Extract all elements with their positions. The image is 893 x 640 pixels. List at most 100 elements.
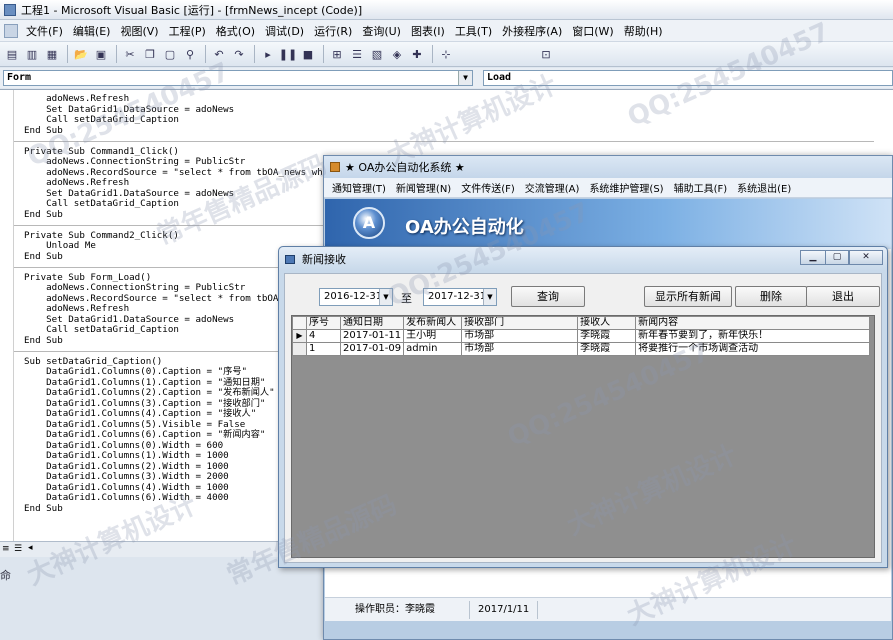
maximize-button[interactable]: ▢: [825, 250, 849, 265]
date-from-picker[interactable]: 2016-12-31 ▼: [319, 288, 393, 306]
cell-date[interactable]: 2017-01-09: [339, 342, 405, 356]
date-to-value: 2017-12-31: [428, 291, 487, 302]
col-header-date[interactable]: 通知日期: [339, 316, 405, 330]
code-combo-row: Form ▼ Load: [0, 68, 893, 88]
project-explorer-icon[interactable]: ⊞: [328, 45, 346, 63]
break-icon[interactable]: ❚❚: [279, 45, 297, 63]
date-to-picker[interactable]: 2017-12-31 ▼: [423, 288, 497, 306]
minimize-button[interactable]: ▁: [800, 250, 826, 265]
cut-icon[interactable]: ✂: [121, 45, 139, 63]
menu-editor-icon[interactable]: ▦: [43, 45, 61, 63]
cell-receiver[interactable]: 李晓霞: [577, 329, 637, 343]
add-form-icon[interactable]: ▥: [23, 45, 41, 63]
oa-menu-communication[interactable]: 交流管理(A): [520, 180, 585, 195]
table-row[interactable]: ▶ 4 2017-01-11 王小明 市场部 李晓霞 新年春节要到了，新年快乐！: [292, 329, 871, 343]
chevron-down-icon[interactable]: ▼: [379, 289, 392, 305]
position-icon[interactable]: ⊹: [437, 45, 455, 63]
start-icon[interactable]: ▸: [259, 45, 277, 63]
menu-window[interactable]: 窗口(W): [567, 23, 618, 39]
cell-id[interactable]: 4: [306, 329, 341, 343]
oa-logo-icon: A: [353, 207, 385, 239]
code-line[interactable]: adoNews.Refresh: [24, 93, 339, 105]
scroll-left-icon[interactable]: ◂: [28, 543, 33, 553]
add-project-icon[interactable]: ▤: [3, 45, 21, 63]
code-line[interactable]: End Sub: [24, 209, 339, 221]
exit-button[interactable]: 退出: [806, 286, 880, 307]
chevron-down-icon[interactable]: ▼: [458, 71, 472, 85]
oa-menu-exit[interactable]: 系统退出(E): [732, 180, 796, 195]
oa-menu-news[interactable]: 新闻管理(N): [391, 180, 456, 195]
procedure-combo[interactable]: Load: [483, 70, 893, 86]
code-window-icon[interactable]: [4, 23, 18, 38]
current-row-marker-icon[interactable]: ▶: [292, 329, 307, 343]
oa-menu-tools[interactable]: 辅助工具(F): [669, 180, 733, 195]
cell-date[interactable]: 2017-01-11: [339, 329, 405, 343]
menu-addins[interactable]: 外接程序(A): [497, 23, 567, 39]
cell-publisher[interactable]: 王小明: [403, 329, 463, 343]
undo-icon[interactable]: ↶: [210, 45, 228, 63]
close-button[interactable]: ✕: [849, 250, 883, 265]
procedure-view-icon[interactable]: ≡: [2, 544, 10, 554]
menu-debug[interactable]: 调试(D): [260, 23, 309, 39]
end-icon[interactable]: ■: [299, 45, 317, 63]
cell-id[interactable]: 1: [306, 342, 341, 356]
copy-icon[interactable]: ❐: [141, 45, 159, 63]
row-selector[interactable]: [292, 342, 307, 356]
window-icon: [285, 254, 295, 264]
code-line[interactable]: [24, 136, 339, 147]
cell-department[interactable]: 市场部: [461, 329, 579, 343]
menu-query[interactable]: 查询(U): [357, 23, 406, 39]
col-header-content[interactable]: 新闻内容: [635, 316, 871, 330]
cell-receiver[interactable]: 李晓霞: [577, 342, 637, 356]
news-title-text: 新闻接收: [302, 253, 346, 266]
oa-menu-file-transfer[interactable]: 文件传送(F): [456, 180, 520, 195]
code-line[interactable]: adoNews.Refresh: [24, 177, 339, 189]
menu-file[interactable]: 文件(F): [21, 23, 68, 39]
col-header-publisher[interactable]: 发布新闻人: [403, 316, 463, 330]
redo-icon[interactable]: ↷: [230, 45, 248, 63]
size-icon[interactable]: ⊡: [537, 45, 555, 63]
table-row[interactable]: 1 2017-01-09 admin 市场部 李晓霞 将要推行一个市场调查活动: [292, 342, 871, 356]
menu-project[interactable]: 工程(P): [164, 23, 211, 39]
save-icon[interactable]: ▣: [92, 45, 110, 63]
code-line[interactable]: End Sub: [24, 125, 339, 137]
cell-department[interactable]: 市场部: [461, 342, 579, 356]
oa-banner-title: OA办公自动化: [405, 217, 524, 238]
cell-content[interactable]: 将要推行一个市场调查活动: [635, 342, 871, 356]
code-line[interactable]: Call setDataGrid_Caption: [24, 198, 339, 210]
show-all-news-button[interactable]: 显示所有新闻: [644, 286, 732, 307]
chevron-down-icon[interactable]: ▼: [483, 289, 496, 305]
col-header-receiver[interactable]: 接收人: [577, 316, 637, 330]
full-module-view-icon[interactable]: ☰: [14, 544, 22, 554]
code-line[interactable]: [24, 220, 339, 231]
code-line[interactable]: Call setDataGrid_Caption: [24, 114, 339, 126]
code-line[interactable]: adoNews.ConnectionString = PublicStr: [24, 156, 339, 168]
menu-edit[interactable]: 编辑(E): [68, 23, 116, 39]
query-button[interactable]: 查询: [511, 286, 585, 307]
oa-menu-notice[interactable]: 通知管理(T): [327, 180, 391, 195]
col-header-id[interactable]: 序号: [306, 316, 341, 330]
cell-publisher[interactable]: admin: [403, 342, 463, 356]
news-datagrid[interactable]: 序号 通知日期 发布新闻人 接收部门 接收人 新闻内容 ▶ 4 2017-01-…: [291, 315, 875, 558]
object-browser-icon[interactable]: ◈: [388, 45, 406, 63]
toolbox-icon[interactable]: ✚: [408, 45, 426, 63]
menu-diagram[interactable]: 图表(I): [406, 23, 450, 39]
form-layout-icon[interactable]: ▧: [368, 45, 386, 63]
col-header-department[interactable]: 接收部门: [461, 316, 579, 330]
find-icon[interactable]: ⚲: [181, 45, 199, 63]
menu-help[interactable]: 帮助(H): [619, 23, 668, 39]
oa-banner: A OA办公自动化: [325, 199, 891, 249]
grid-corner: [292, 316, 307, 330]
properties-icon[interactable]: ☰: [348, 45, 366, 63]
menu-view[interactable]: 视图(V): [115, 23, 163, 39]
oa-statusbar: 操作职员：李晓霞 2017/1/11: [325, 597, 891, 621]
delete-button[interactable]: 删除: [735, 286, 807, 307]
menu-run[interactable]: 运行(R): [309, 23, 357, 39]
oa-menu-maintenance[interactable]: 系统维护管理(S): [584, 180, 668, 195]
cell-content[interactable]: 新年春节要到了，新年快乐！: [635, 329, 871, 343]
object-combo[interactable]: Form ▼: [3, 70, 473, 86]
open-icon[interactable]: 📂: [72, 45, 90, 63]
menu-tools[interactable]: 工具(T): [450, 23, 497, 39]
menu-format[interactable]: 格式(O): [211, 23, 260, 39]
paste-icon[interactable]: ▢: [161, 45, 179, 63]
